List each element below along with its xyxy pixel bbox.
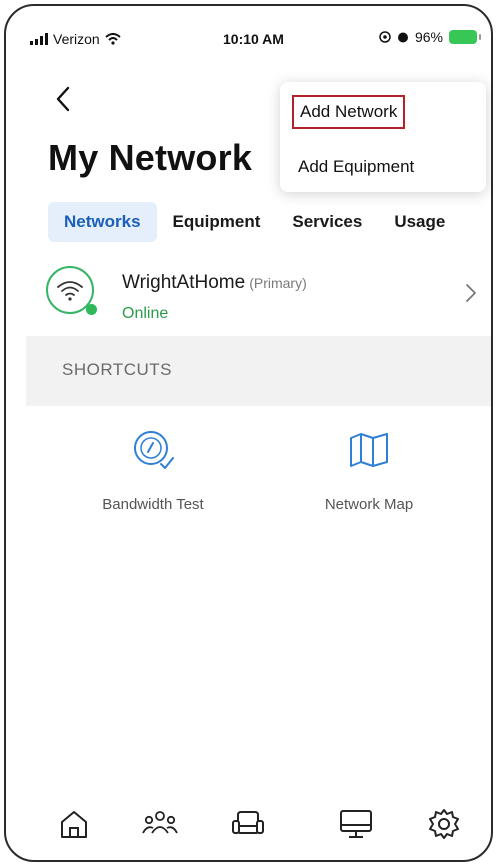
status-time: 10:10 AM bbox=[223, 31, 284, 47]
tab-usage[interactable]: Usage bbox=[378, 202, 461, 242]
home-icon bbox=[61, 811, 87, 838]
shortcuts-title: SHORTCUTS bbox=[62, 360, 172, 379]
nav-people[interactable] bbox=[140, 804, 180, 844]
tab-services[interactable]: Services bbox=[276, 202, 378, 242]
tab-equipment[interactable]: Equipment bbox=[157, 202, 277, 242]
online-indicator-dot bbox=[86, 304, 97, 315]
network-map-label: Network Map bbox=[324, 496, 414, 513]
wifi-status-icon bbox=[105, 33, 121, 45]
chevron-right-icon bbox=[466, 284, 476, 302]
alarm-icon bbox=[397, 32, 408, 43]
bottom-nav bbox=[6, 796, 491, 856]
bandwidth-test-shortcut[interactable]: Bandwidth Test bbox=[68, 424, 238, 513]
nav-home[interactable] bbox=[54, 804, 94, 844]
add-equipment-menu-item[interactable]: Add Equipment bbox=[292, 152, 420, 182]
battery-percent: 96% bbox=[414, 29, 443, 45]
add-network-menu-item[interactable]: Add Network bbox=[292, 95, 406, 129]
nav-sofa[interactable] bbox=[228, 804, 268, 844]
signal-icon bbox=[30, 33, 48, 45]
network-list-item[interactable]: WrightAtHome (Primary) Online bbox=[42, 258, 482, 330]
tab-networks[interactable]: Networks bbox=[48, 202, 157, 242]
network-name: WrightAtHome bbox=[122, 272, 246, 293]
map-icon bbox=[350, 433, 388, 467]
add-menu-dropdown: Add Network Add Equipment bbox=[280, 82, 486, 192]
shortcuts-header: SHORTCUTS bbox=[26, 336, 491, 406]
back-chevron-icon[interactable] bbox=[50, 82, 76, 116]
page-title: My Network bbox=[48, 137, 253, 178]
network-name-line: WrightAtHome (Primary) bbox=[122, 272, 307, 294]
sofa-icon bbox=[232, 811, 264, 834]
bandwidth-test-label: Bandwidth Test bbox=[102, 496, 204, 513]
phone-frame: Verizon 10:10 AM 96% My Network Add Netw bbox=[4, 4, 493, 862]
nav-settings[interactable] bbox=[424, 804, 464, 844]
status-right: 96% bbox=[379, 29, 481, 45]
nav-monitor[interactable] bbox=[336, 804, 376, 844]
gear-icon bbox=[429, 809, 459, 839]
battery-icon bbox=[449, 30, 481, 44]
people-icon bbox=[142, 811, 178, 834]
location-icon bbox=[379, 31, 391, 43]
monitor-icon bbox=[340, 810, 372, 838]
speedometer-icon bbox=[134, 431, 174, 469]
network-status: Online bbox=[122, 305, 169, 322]
network-tag: (Primary) bbox=[249, 275, 307, 291]
carrier-group: Verizon bbox=[30, 31, 121, 47]
tab-bar: Networks Equipment Services Usage bbox=[48, 201, 461, 243]
status-bar: Verizon 10:10 AM 96% bbox=[6, 6, 491, 66]
network-map-shortcut[interactable]: Network Map bbox=[284, 424, 454, 513]
carrier-label: Verizon bbox=[53, 31, 100, 47]
